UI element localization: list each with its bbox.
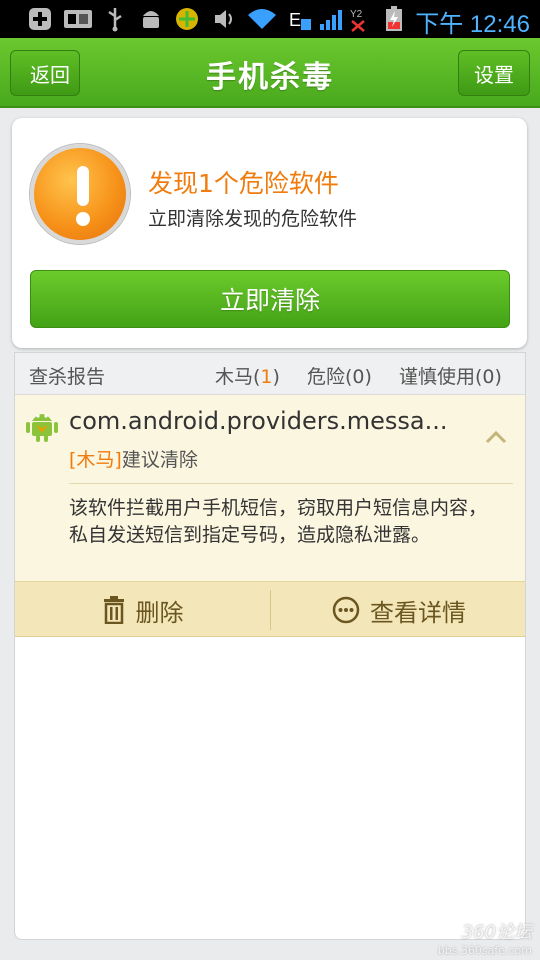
settings-label: 设置 bbox=[474, 62, 514, 87]
volume-icon bbox=[212, 6, 238, 32]
watermark-url: bbs.360safe.com bbox=[437, 944, 532, 957]
usb-icon bbox=[104, 6, 126, 32]
title-bar: 返回 手机杀毒 设置 bbox=[0, 38, 540, 108]
clean-now-button[interactable]: 立即清除 bbox=[30, 270, 510, 328]
threat-description: 该软件拦截用户手机短信，窃取用户短信息内容，私自发送短信到指定号码，造成隐私泄露… bbox=[69, 497, 488, 546]
threat-list-item[interactable]: com.android.providers.messa... [木马]建议清除 … bbox=[15, 395, 525, 637]
settings-button[interactable]: 设置 bbox=[458, 50, 530, 96]
danger-count[interactable]: 危险(0) bbox=[307, 362, 372, 389]
sim-card-icon bbox=[62, 6, 94, 32]
scan-report-panel: 查杀报告 木马(1) 危险(0) 谨慎使用(0) com.android.pro… bbox=[14, 352, 526, 940]
more-icon bbox=[332, 596, 360, 624]
chevron-up-icon[interactable] bbox=[485, 427, 507, 449]
watermark: 360论坛 bbs.360safe.com bbox=[402, 918, 532, 957]
delete-button[interactable]: 删除 bbox=[15, 582, 270, 638]
android-debug-icon bbox=[138, 6, 164, 32]
svg-text:E: E bbox=[289, 10, 301, 30]
alert-subtitle: 立即清除发现的危险软件 bbox=[148, 208, 358, 230]
svg-text:Y2: Y2 bbox=[350, 9, 363, 20]
threat-type-tag: [木马] bbox=[69, 449, 122, 471]
package-name: com.android.providers.messa... bbox=[69, 407, 448, 435]
trojan-count[interactable]: 木马(1) bbox=[215, 362, 280, 389]
game-icon bbox=[174, 6, 200, 32]
view-details-label: 查看详情 bbox=[370, 598, 466, 627]
clock: 下午 12:46 bbox=[415, 11, 530, 38]
alert-title: 发现1个危险软件 bbox=[148, 169, 339, 198]
delete-label: 删除 bbox=[135, 598, 184, 627]
battery-charging-icon bbox=[384, 6, 404, 32]
divider bbox=[69, 483, 513, 484]
signal-1-icon bbox=[316, 6, 346, 32]
status-bar: E Y2 下午 12:46 bbox=[0, 0, 540, 38]
android-app-icon bbox=[25, 407, 59, 443]
report-header: 查杀报告 木马(1) 危险(0) 谨慎使用(0) bbox=[15, 353, 525, 395]
threat-tag-line: [木马]建议清除 bbox=[69, 445, 198, 472]
warning-icon bbox=[30, 144, 130, 244]
caution-count[interactable]: 谨慎使用(0) bbox=[399, 362, 502, 389]
threat-advice: 建议清除 bbox=[121, 449, 198, 471]
signal-2-off-icon: Y2 bbox=[348, 6, 370, 32]
edge-icon: E bbox=[288, 6, 314, 32]
report-header-label: 查杀报告 bbox=[29, 366, 106, 388]
add-icon bbox=[26, 6, 54, 32]
view-details-button[interactable]: 查看详情 bbox=[271, 582, 525, 638]
item-action-bar: 删除 查看详情 bbox=[15, 581, 525, 637]
wifi-icon bbox=[246, 6, 278, 32]
threat-alert-card: 发现1个危险软件 立即清除发现的危险软件 立即清除 bbox=[12, 118, 527, 348]
trash-icon bbox=[103, 596, 124, 624]
watermark-logo: 360论坛 bbox=[461, 922, 532, 943]
